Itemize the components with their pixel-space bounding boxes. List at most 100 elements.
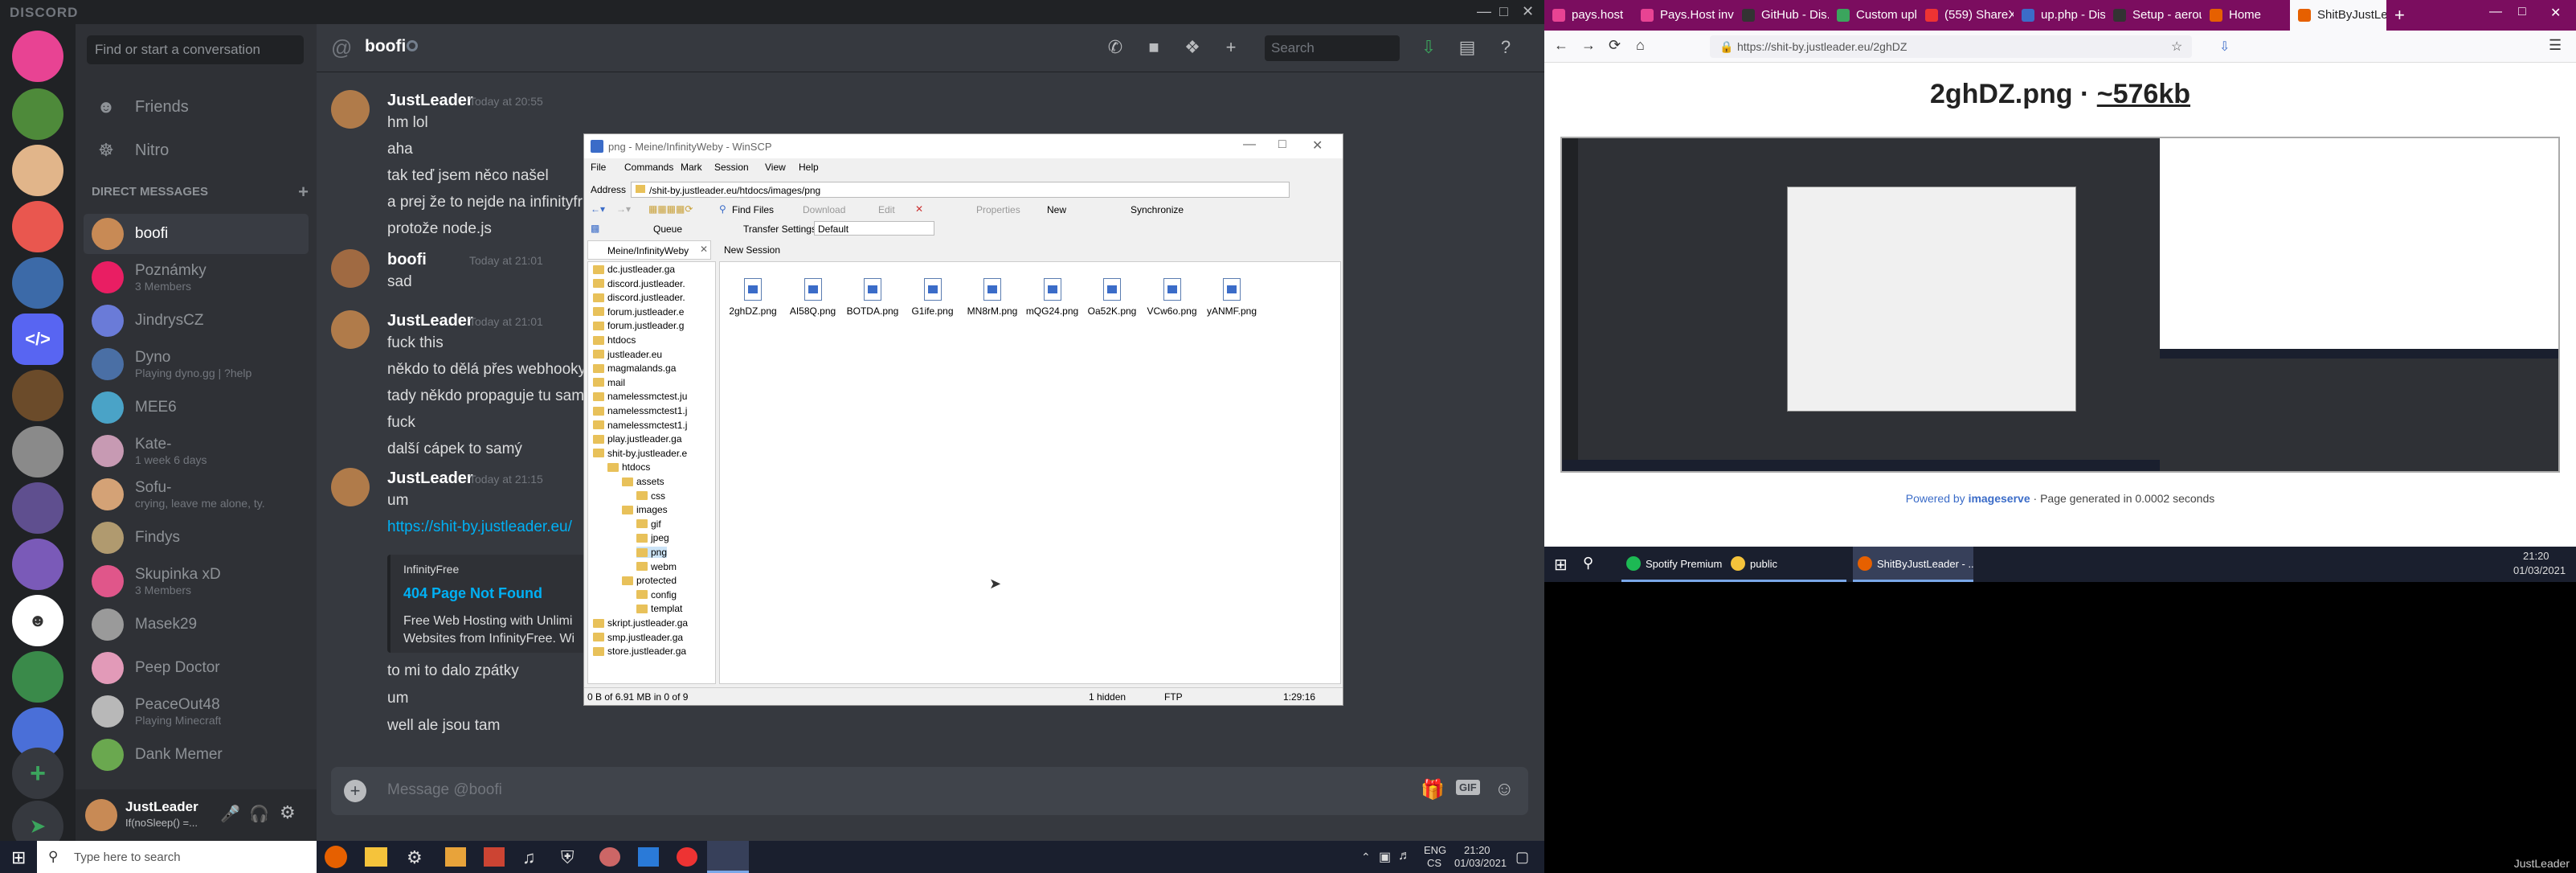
dm-item[interactable]: Sofu-crying, leave me alone, ty. [84,474,309,514]
clock-date[interactable]: 01/03/2021 [1454,857,1507,869]
find-files-icon[interactable]: ⚲ [719,203,726,215]
dm-search-input[interactable]: Find or start a conversation [87,35,304,64]
server-icon[interactable] [12,145,63,196]
tree-folder[interactable]: namelessmctest.ju [593,391,687,402]
close-tab-icon[interactable]: ✕ [700,244,708,255]
tree-folder[interactable]: assets [622,476,664,487]
gift-icon[interactable]: 🎁 [1421,778,1445,801]
taskbar-item[interactable]: Spotify Premium [1621,547,1742,582]
headphones-icon[interactable]: 🎧 [249,804,269,824]
tree-folder[interactable]: namelessmctest1.j [593,405,687,416]
new-tab-icon[interactable]: + [2394,5,2405,26]
tree-folder[interactable]: css [636,490,665,502]
minimize-icon[interactable]: — [1477,3,1491,20]
tree-folder[interactable]: discord.justleader. [593,278,685,289]
tree-folder[interactable]: dc.justleader.ga [593,264,675,275]
tree-folder[interactable]: smp.justleader.ga [593,632,683,643]
clock-date[interactable]: 01/03/2021 [2513,564,2566,576]
browser-tab[interactable]: up.php - Disk [2014,0,2105,31]
browser-tab[interactable]: ShitByJustLea... [2290,0,2386,31]
winscp-taskbar-icon[interactable] [707,841,749,873]
browser-tab[interactable]: Setup - aerou... [2105,0,2202,31]
server-icon[interactable] [12,482,63,534]
server-icon[interactable] [12,651,63,703]
browser-tab[interactable]: Custom uplo... [1829,0,1917,31]
maximize-icon[interactable]: □ [1278,137,1286,152]
dm-item[interactable]: Dank Memer [84,735,309,775]
tree-folder[interactable]: htdocs [607,461,650,473]
close-icon[interactable]: ✕ [2550,5,2561,21]
tree-folder[interactable]: forum.justleader.e [593,306,684,318]
clock-time[interactable]: 21:20 [2523,550,2549,562]
file-item[interactable]: yANMF.png [1202,278,1261,317]
tree-folder[interactable]: play.justleader.ga [593,433,682,445]
embed-title[interactable]: 404 Page Not Found [403,585,542,602]
file-item[interactable]: mQG24.png [1023,278,1082,317]
tree-folder[interactable]: images [622,504,668,515]
code-server-icon[interactable]: </> [12,314,63,365]
menu-item[interactable]: Help [799,162,819,173]
delete-icon[interactable]: ✕ [915,203,923,215]
tree-folder[interactable]: discord.justleader. [593,292,685,303]
tree-folder[interactable]: protected [622,575,677,586]
server-icon[interactable] [12,257,63,309]
dm-item[interactable]: Skupinka xD 3 Members [84,561,309,601]
browser-tab[interactable]: Pays.Host invite [1633,0,1734,31]
maximize-icon[interactable]: □ [1499,3,1508,20]
file-item[interactable]: MN8rM.png [963,278,1022,317]
settings-gear-icon[interactable]: ⚙ [407,847,423,868]
help-icon[interactable]: ? [1494,37,1517,59]
message-link[interactable]: https://shit-by.justleader.eu/ [387,518,572,536]
avatar[interactable] [85,799,117,831]
server-icon[interactable] [12,426,63,477]
minimize-icon[interactable]: — [1243,137,1256,152]
dm-item[interactable]: Findys [84,518,309,558]
terminal-icon[interactable]: ▩ [591,223,599,234]
file-item[interactable]: BOTDA.png [843,278,902,317]
tree-folder[interactable]: jpeg [636,532,669,543]
menu-item[interactable]: Commands [624,162,673,173]
url-bar[interactable]: https://shit-by.justleader.eu/2ghDZ [1710,35,2192,58]
browser-tab[interactable]: Home [2202,0,2290,31]
server-icon[interactable] [12,201,63,252]
tree-folder[interactable]: templat [636,603,682,614]
menu-item[interactable]: File [591,162,606,173]
home-icon[interactable]: ⌂ [1636,37,1645,54]
taskbar-item[interactable]: public [1726,547,1846,582]
edit-button[interactable]: Edit [878,204,895,215]
tree-folder[interactable]: forum.justleader.g [593,320,684,331]
downloads-icon[interactable]: ⇩ [2219,39,2230,55]
dm-item[interactable]: boofi [84,214,309,254]
keyboard-indicator[interactable]: CS [1427,857,1441,869]
tree-folder[interactable]: config [636,589,677,600]
network-icon[interactable]: ▣ [1379,849,1391,865]
inbox-icon[interactable]: ▤ [1456,37,1478,59]
new-button[interactable]: New [1047,204,1066,215]
clock-time[interactable]: 21:20 [1464,844,1490,856]
friends-nav[interactable]: ☻ Friends [84,87,309,127]
server-icon[interactable] [12,539,63,590]
taskbar-search[interactable]: ⚲ Type here to search [37,841,317,873]
windows-start-icon[interactable]: ⊞ [1554,555,1568,575]
browser-tab[interactable]: pays.host [1544,0,1633,31]
app-icon[interactable] [484,847,505,867]
server-icon[interactable] [12,370,63,421]
add-server-icon[interactable]: + [12,748,63,799]
chrome-icon[interactable] [677,847,697,867]
new-session-tab[interactable]: New Session [724,244,780,256]
download-button[interactable]: Download [803,204,845,215]
back-icon[interactable]: ←▾ [591,203,605,215]
chat-search-input[interactable]: Search [1265,35,1400,61]
file-item[interactable]: G1ife.png [903,278,963,317]
minimize-icon[interactable]: — [2489,5,2502,19]
explorer-icon[interactable] [365,847,387,867]
nitro-nav[interactable]: ☸ Nitro [84,130,309,170]
firefox-icon[interactable] [325,846,347,868]
browser-tab[interactable]: GitHub - Dis... [1734,0,1829,31]
tree-folder[interactable]: justleader.eu [593,349,662,360]
music-icon[interactable]: ♫ [522,847,536,868]
windows-start-icon[interactable]: ⊞ [11,847,26,868]
dm-item[interactable]: PeaceOut48 Playing Minecraft [84,691,309,732]
tray-chevron-icon[interactable]: ⌃ [1361,850,1371,864]
imageserve-link[interactable]: imageserve [1969,492,2030,505]
